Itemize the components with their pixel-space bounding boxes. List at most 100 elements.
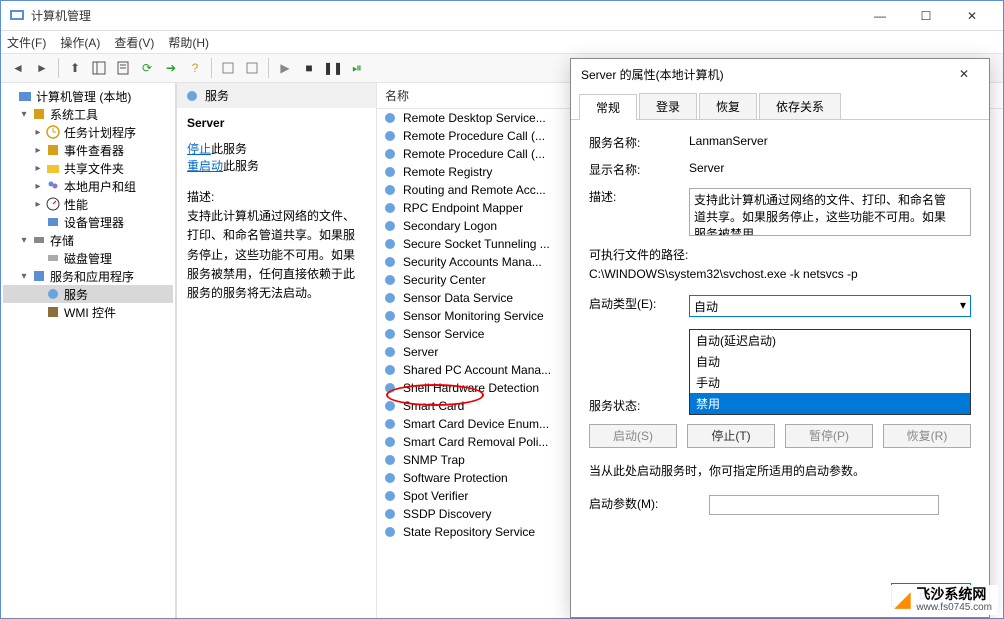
tree-task-scheduler[interactable]: ▸任务计划程序	[3, 123, 173, 141]
tab-general[interactable]: 常规	[579, 94, 637, 120]
label-service-status: 服务状态:	[589, 397, 689, 414]
tree-performance[interactable]: ▸性能	[3, 195, 173, 213]
desc-label: 描述:	[187, 188, 366, 207]
gear-icon	[383, 128, 399, 144]
value-exe-path: C:\WINDOWS\system32\svchost.exe -k netsv…	[589, 267, 971, 281]
desc-text: 支持此计算机通过网络的文件、打印、和命名管道共享。如果服务停止，这些功能不可用。…	[187, 207, 366, 303]
close-button[interactable]: ✕	[949, 1, 995, 31]
gear-icon	[383, 506, 399, 522]
option-manual[interactable]: 手动	[690, 372, 970, 393]
tree-storage[interactable]: ▾存储	[3, 231, 173, 249]
menu-file[interactable]: 文件(F)	[7, 34, 46, 51]
label-exe-path: 可执行文件的路径:	[589, 246, 971, 263]
gear-icon	[383, 434, 399, 450]
gear-icon	[383, 488, 399, 504]
tree-root[interactable]: 计算机管理 (本地)	[3, 87, 173, 105]
help-icon[interactable]: ?	[184, 57, 206, 79]
option-disabled[interactable]: 禁用	[690, 393, 970, 414]
label-start-params: 启动参数(M):	[589, 495, 709, 512]
watermark-logo-icon: ◢	[895, 587, 910, 612]
resume-button[interactable]: 恢复(R)	[883, 424, 971, 448]
gear-icon	[383, 110, 399, 126]
forward-icon[interactable]: ►	[31, 57, 53, 79]
gear-icon	[383, 254, 399, 270]
dialog-body: 服务名称: LanmanServer 显示名称: Server 描述: 支持此计…	[571, 120, 989, 573]
option-auto-delayed[interactable]: 自动(延迟启动)	[690, 330, 970, 351]
tree-services[interactable]: 服务	[3, 285, 173, 303]
refresh-icon[interactable]: ⟳	[136, 57, 158, 79]
gear-icon	[383, 416, 399, 432]
tab-recovery[interactable]: 恢复	[699, 93, 757, 119]
label-description: 描述:	[589, 188, 689, 205]
service-detail-panel: 服务 Server 停止此服务 重启动此服务 描述: 支持此计算机通过网络的文件…	[177, 83, 377, 618]
tab-dependencies[interactable]: 依存关系	[759, 93, 841, 119]
properties-icon[interactable]	[112, 57, 134, 79]
tb-icon-1[interactable]	[217, 57, 239, 79]
gear-icon	[383, 452, 399, 468]
dialog-tabs: 常规 登录 恢复 依存关系	[571, 89, 989, 120]
gear-icon	[383, 182, 399, 198]
label-display-name: 显示名称:	[589, 161, 689, 178]
tree-panel: 计算机管理 (本地) ▾系统工具 ▸任务计划程序 ▸事件查看器 ▸共享文件夹 ▸…	[1, 83, 176, 618]
menu-help[interactable]: 帮助(H)	[168, 34, 209, 51]
pause-icon[interactable]: ❚❚	[322, 57, 344, 79]
gear-icon	[383, 308, 399, 324]
minimize-button[interactable]: —	[857, 1, 903, 31]
start-button[interactable]: 启动(S)	[589, 424, 677, 448]
tree-local-users[interactable]: ▸本地用户和组	[3, 177, 173, 195]
watermark-name: 飞沙系统网	[916, 587, 992, 602]
tree-wmi[interactable]: WMI 控件	[3, 303, 173, 321]
startup-type-dropdown: 自动(延迟启动) 自动 手动 禁用	[689, 329, 971, 415]
chevron-down-icon: ▾	[960, 298, 966, 312]
dialog-titlebar: Server 的属性(本地计算机) ✕	[571, 59, 989, 89]
gear-icon	[383, 380, 399, 396]
restart-icon[interactable]: ⏯	[346, 57, 368, 79]
stop-service-link[interactable]: 停止	[187, 142, 211, 156]
value-display-name: Server	[689, 161, 971, 175]
properties-dialog: Server 的属性(本地计算机) ✕ 常规 登录 恢复 依存关系 服务名称: …	[570, 58, 990, 618]
menubar: 文件(F) 操作(A) 查看(V) 帮助(H)	[1, 31, 1003, 53]
label-startup-type: 启动类型(E):	[589, 295, 689, 312]
gear-icon	[383, 524, 399, 540]
menu-view[interactable]: 查看(V)	[114, 34, 154, 51]
services-header: 服务	[177, 83, 376, 108]
selected-service-name: Server	[187, 116, 366, 130]
description-textarea[interactable]: 支持此计算机通过网络的文件、打印、和命名管道共享。如果服务停止，这些功能不可用。…	[689, 188, 971, 236]
play-icon[interactable]: ▶	[274, 57, 296, 79]
gear-icon	[383, 272, 399, 288]
tb-icon-2[interactable]	[241, 57, 263, 79]
tree-system-tools[interactable]: ▾系统工具	[3, 105, 173, 123]
tree-disk-mgmt[interactable]: 磁盘管理	[3, 249, 173, 267]
startup-type-select[interactable]: 自动 ▾	[689, 295, 971, 317]
gear-icon	[383, 398, 399, 414]
restart-service-link[interactable]: 重启动	[187, 159, 223, 173]
tree-services-apps[interactable]: ▾服务和应用程序	[3, 267, 173, 285]
option-auto[interactable]: 自动	[690, 351, 970, 372]
export-icon[interactable]: ➔	[160, 57, 182, 79]
up-icon[interactable]: ⬆	[64, 57, 86, 79]
app-icon	[9, 8, 25, 24]
tree-event-viewer[interactable]: ▸事件查看器	[3, 141, 173, 159]
gear-icon	[383, 218, 399, 234]
label-service-name: 服务名称:	[589, 134, 689, 151]
start-params-input[interactable]	[709, 495, 939, 515]
back-icon[interactable]: ◄	[7, 57, 29, 79]
dialog-title: Server 的属性(本地计算机)	[581, 66, 949, 83]
tree-shared-folders[interactable]: ▸共享文件夹	[3, 159, 173, 177]
pause-button[interactable]: 暂停(P)	[785, 424, 873, 448]
watermark-url: www.fs0745.com	[916, 602, 992, 613]
menu-action[interactable]: 操作(A)	[60, 34, 100, 51]
maximize-button[interactable]: ☐	[903, 1, 949, 31]
tab-logon[interactable]: 登录	[639, 93, 697, 119]
stop-button[interactable]: 停止(T)	[687, 424, 775, 448]
tree-device-manager[interactable]: 设备管理器	[3, 213, 173, 231]
gear-icon	[383, 146, 399, 162]
titlebar: 计算机管理 — ☐ ✕	[1, 1, 1003, 31]
gear-icon	[383, 236, 399, 252]
show-hide-icon[interactable]	[88, 57, 110, 79]
value-service-name: LanmanServer	[689, 134, 971, 148]
stop-icon[interactable]: ■	[298, 57, 320, 79]
dialog-close-button[interactable]: ✕	[949, 67, 979, 81]
gear-icon	[383, 164, 399, 180]
gear-icon	[383, 362, 399, 378]
